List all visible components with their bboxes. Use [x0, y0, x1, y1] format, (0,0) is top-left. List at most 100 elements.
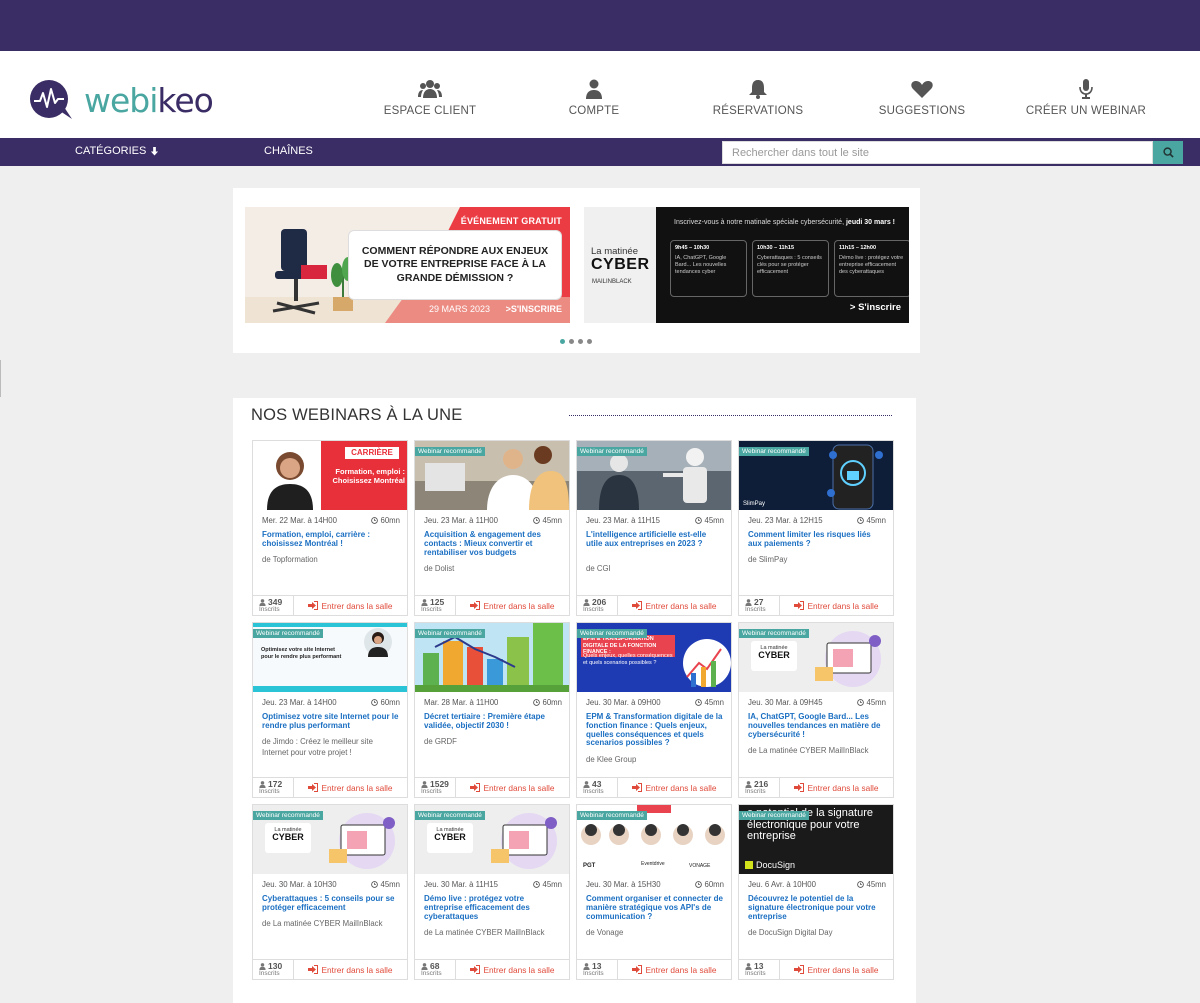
webinar-meta: Jeu. 6 Avr. à 10H00 45mn — [748, 880, 886, 889]
webinar-card-footer: 1529 Inscrits Entrer dans la salle — [415, 777, 569, 797]
clock-icon — [533, 699, 541, 706]
user-icon — [745, 780, 752, 788]
webinar-title[interactable]: Acquisition & engagement des contacts : … — [424, 530, 562, 557]
search-input[interactable] — [722, 141, 1153, 164]
clock-icon — [695, 881, 703, 888]
recommended-badge: Webinar recommandé — [415, 447, 485, 456]
svg-text:PGT: PGT — [583, 863, 596, 869]
presenter-photo — [267, 452, 313, 510]
user-icon — [745, 962, 752, 970]
enter-room-button[interactable]: Entrer dans la salle — [294, 596, 407, 615]
enter-room-button[interactable]: Entrer dans la salle — [456, 960, 569, 979]
webinar-title[interactable]: Cyberattaques : 5 conseils pour se proté… — [262, 894, 400, 913]
registered-count: 68 Inscrits — [415, 960, 456, 979]
webinar-duration: 45mn — [857, 698, 886, 707]
title-divider — [569, 415, 892, 416]
webinar-title[interactable]: Optimisez votre site Internet pour le re… — [262, 712, 400, 731]
webinar-title[interactable]: Démo live : protégez votre entreprise ef… — [424, 894, 562, 921]
webinar-date: Mar. 28 Mar. à 11H00 — [424, 698, 499, 707]
recommended-badge: Webinar recommandé — [739, 629, 809, 638]
webinar-card[interactable]: Optimisez votre site Internet pour le re… — [252, 622, 408, 798]
nav-suggestions[interactable]: SUGGESTIONS — [840, 51, 1004, 138]
nav-reservations[interactable]: RÉSERVATIONS — [676, 51, 840, 138]
slide-register-link[interactable]: > S'inscrire — [850, 302, 901, 313]
enter-room-button[interactable]: Entrer dans la salle — [294, 778, 407, 797]
webinar-host: de Jimdo : Créez le meilleur site Intern… — [262, 737, 373, 757]
webinar-title[interactable]: Décret tertiaire : Première étape validé… — [424, 712, 562, 731]
webinar-title[interactable]: Comment limiter les risques liés aux pai… — [748, 530, 886, 549]
user-icon — [259, 962, 266, 970]
carousel-slide-grande-demission[interactable]: ÉVÉNEMENT GRATUIT COMMENT RÉPONDRE AUX E… — [245, 207, 570, 323]
webinar-card[interactable]: PGT Eventdrive VONAGE Webinar recommandé J… — [576, 804, 732, 980]
enter-room-button[interactable]: Entrer dans la salle — [780, 960, 893, 979]
webinar-card[interactable]: Webinar recommandé Jeu. 23 Mar. à 11H15 … — [576, 440, 732, 616]
webinar-date: Jeu. 23 Mar. à 14H00 — [262, 698, 337, 707]
enter-room-button[interactable]: Entrer dans la salle — [294, 960, 407, 979]
webinar-duration: 45mn — [695, 516, 724, 525]
webinar-card-footer: 206 Inscrits Entrer dans la salle — [577, 595, 731, 615]
carousel-dot[interactable] — [560, 339, 565, 344]
webinar-date: Jeu. 30 Mar. à 09H45 — [748, 698, 823, 707]
section-title: NOS WEBINARS À LA UNE — [251, 406, 463, 424]
webinar-title[interactable]: L'intelligence artificielle est-elle uti… — [586, 530, 724, 549]
sign-in-icon — [794, 783, 805, 792]
webinar-duration: 45mn — [695, 698, 724, 707]
webinar-date: Jeu. 30 Mar. à 09H00 — [586, 698, 661, 707]
webinar-card[interactable]: La matinée CYBER Webinar recommandé Jeu. … — [252, 804, 408, 980]
nav-creer-webinar[interactable]: CRÉER UN WEBINAR — [1004, 51, 1168, 138]
webinar-title[interactable]: EPM & Transformation digitale de la fonc… — [586, 712, 724, 748]
carousel-pagination — [560, 339, 592, 344]
enter-room-button[interactable]: Entrer dans la salle — [780, 596, 893, 615]
registered-count: 43 Inscrits — [577, 778, 618, 797]
webinar-card[interactable]: e potentiel de la signature électronique… — [738, 804, 894, 980]
registered-count: 13 Inscrits — [739, 960, 780, 979]
carousel-dot[interactable] — [578, 339, 583, 344]
search-button[interactable] — [1153, 141, 1183, 164]
webinar-card[interactable]: La matinée CYBER Webinar recommandé Jeu. … — [738, 622, 894, 798]
nav-label: CRÉER UN WEBINAR — [1025, 105, 1147, 117]
webinar-card[interactable]: La matinée CYBER Webinar recommandé Jeu. … — [414, 804, 570, 980]
enter-room-button[interactable]: Entrer dans la salle — [618, 778, 731, 797]
webinar-card-footer: 172 Inscrits Entrer dans la salle — [253, 777, 407, 797]
webinar-date: Jeu. 30 Mar. à 10H30 — [262, 880, 337, 889]
webinar-title[interactable]: Formation, emploi, carrière : choisissez… — [262, 530, 400, 549]
carousel-slide-matinee-cyber[interactable]: La matinée CYBER MAILINBLACK Inscrivez-v… — [584, 207, 909, 323]
categories-menu[interactable]: CATÉGORIES — [75, 145, 159, 157]
enter-room-button[interactable]: Entrer dans la salle — [618, 960, 731, 979]
webinar-title[interactable]: Découvrez le potentiel de la signature é… — [748, 894, 886, 921]
recommended-badge: Webinar recommandé — [577, 629, 647, 638]
user-icon — [259, 780, 266, 788]
enter-room-button[interactable]: Entrer dans la salle — [456, 596, 569, 615]
webinar-card-footer: 13 Inscrits Entrer dans la salle — [739, 959, 893, 979]
nav-compte[interactable]: COMPTE — [512, 51, 676, 138]
webinar-card[interactable]: SlimPay Webinar recommandé Jeu. 23 Mar. … — [738, 440, 894, 616]
webinar-title[interactable]: Comment organiser et connecter de manièr… — [586, 894, 724, 921]
webinar-host: de La matinée CYBER MailInBlack — [262, 919, 383, 928]
recommended-badge: Webinar recommandé — [415, 629, 485, 638]
slide-badge: ÉVÉNEMENT GRATUIT — [460, 216, 562, 226]
channels-menu[interactable]: CHAÎNES — [264, 145, 313, 157]
carousel-dot[interactable] — [587, 339, 592, 344]
enter-room-button[interactable]: Entrer dans la salle — [618, 596, 731, 615]
enter-room-button[interactable]: Entrer dans la salle — [780, 778, 893, 797]
enter-room-button[interactable]: Entrer dans la salle — [456, 778, 569, 797]
webinar-card-footer: 216 Inscrits Entrer dans la salle — [739, 777, 893, 797]
webinar-meta: Jeu. 23 Mar. à 12H15 45mn — [748, 516, 886, 525]
webikeo-logo[interactable]: webikeo — [28, 75, 228, 125]
nav-label: COMPTE — [568, 105, 620, 117]
webinar-host: de Klee Group — [586, 755, 637, 764]
webinar-host: de Dolist — [424, 564, 455, 573]
registered-count: 1529 Inscrits — [415, 778, 456, 797]
webinar-card[interactable]: EPM & TRANSFORMATION DIGITALE DE LA FONC… — [576, 622, 732, 798]
slide-register-link[interactable]: >S'INSCRIRE — [506, 304, 562, 314]
webinar-card[interactable]: CARRIÈRE Formation, emploi : Choisissez … — [252, 440, 408, 616]
carousel-dot[interactable] — [569, 339, 574, 344]
webinar-host: de La matinée CYBER MailInBlack — [748, 746, 869, 755]
registered-count: 27 Inscrits — [739, 596, 780, 615]
webinar-title[interactable]: IA, ChatGPT, Google Bard... Les nouvelle… — [748, 712, 886, 739]
webinar-date: Jeu. 6 Avr. à 10H00 — [748, 880, 816, 889]
webinar-card[interactable]: Webinar recommandé Mar. 28 Mar. à 11H00 … — [414, 622, 570, 798]
nav-espace-client[interactable]: ESPACE CLIENT — [348, 51, 512, 138]
webinar-card[interactable]: Webinar recommandé Jeu. 23 Mar. à 11H00 … — [414, 440, 570, 616]
webinar-card-footer: 68 Inscrits Entrer dans la salle — [415, 959, 569, 979]
